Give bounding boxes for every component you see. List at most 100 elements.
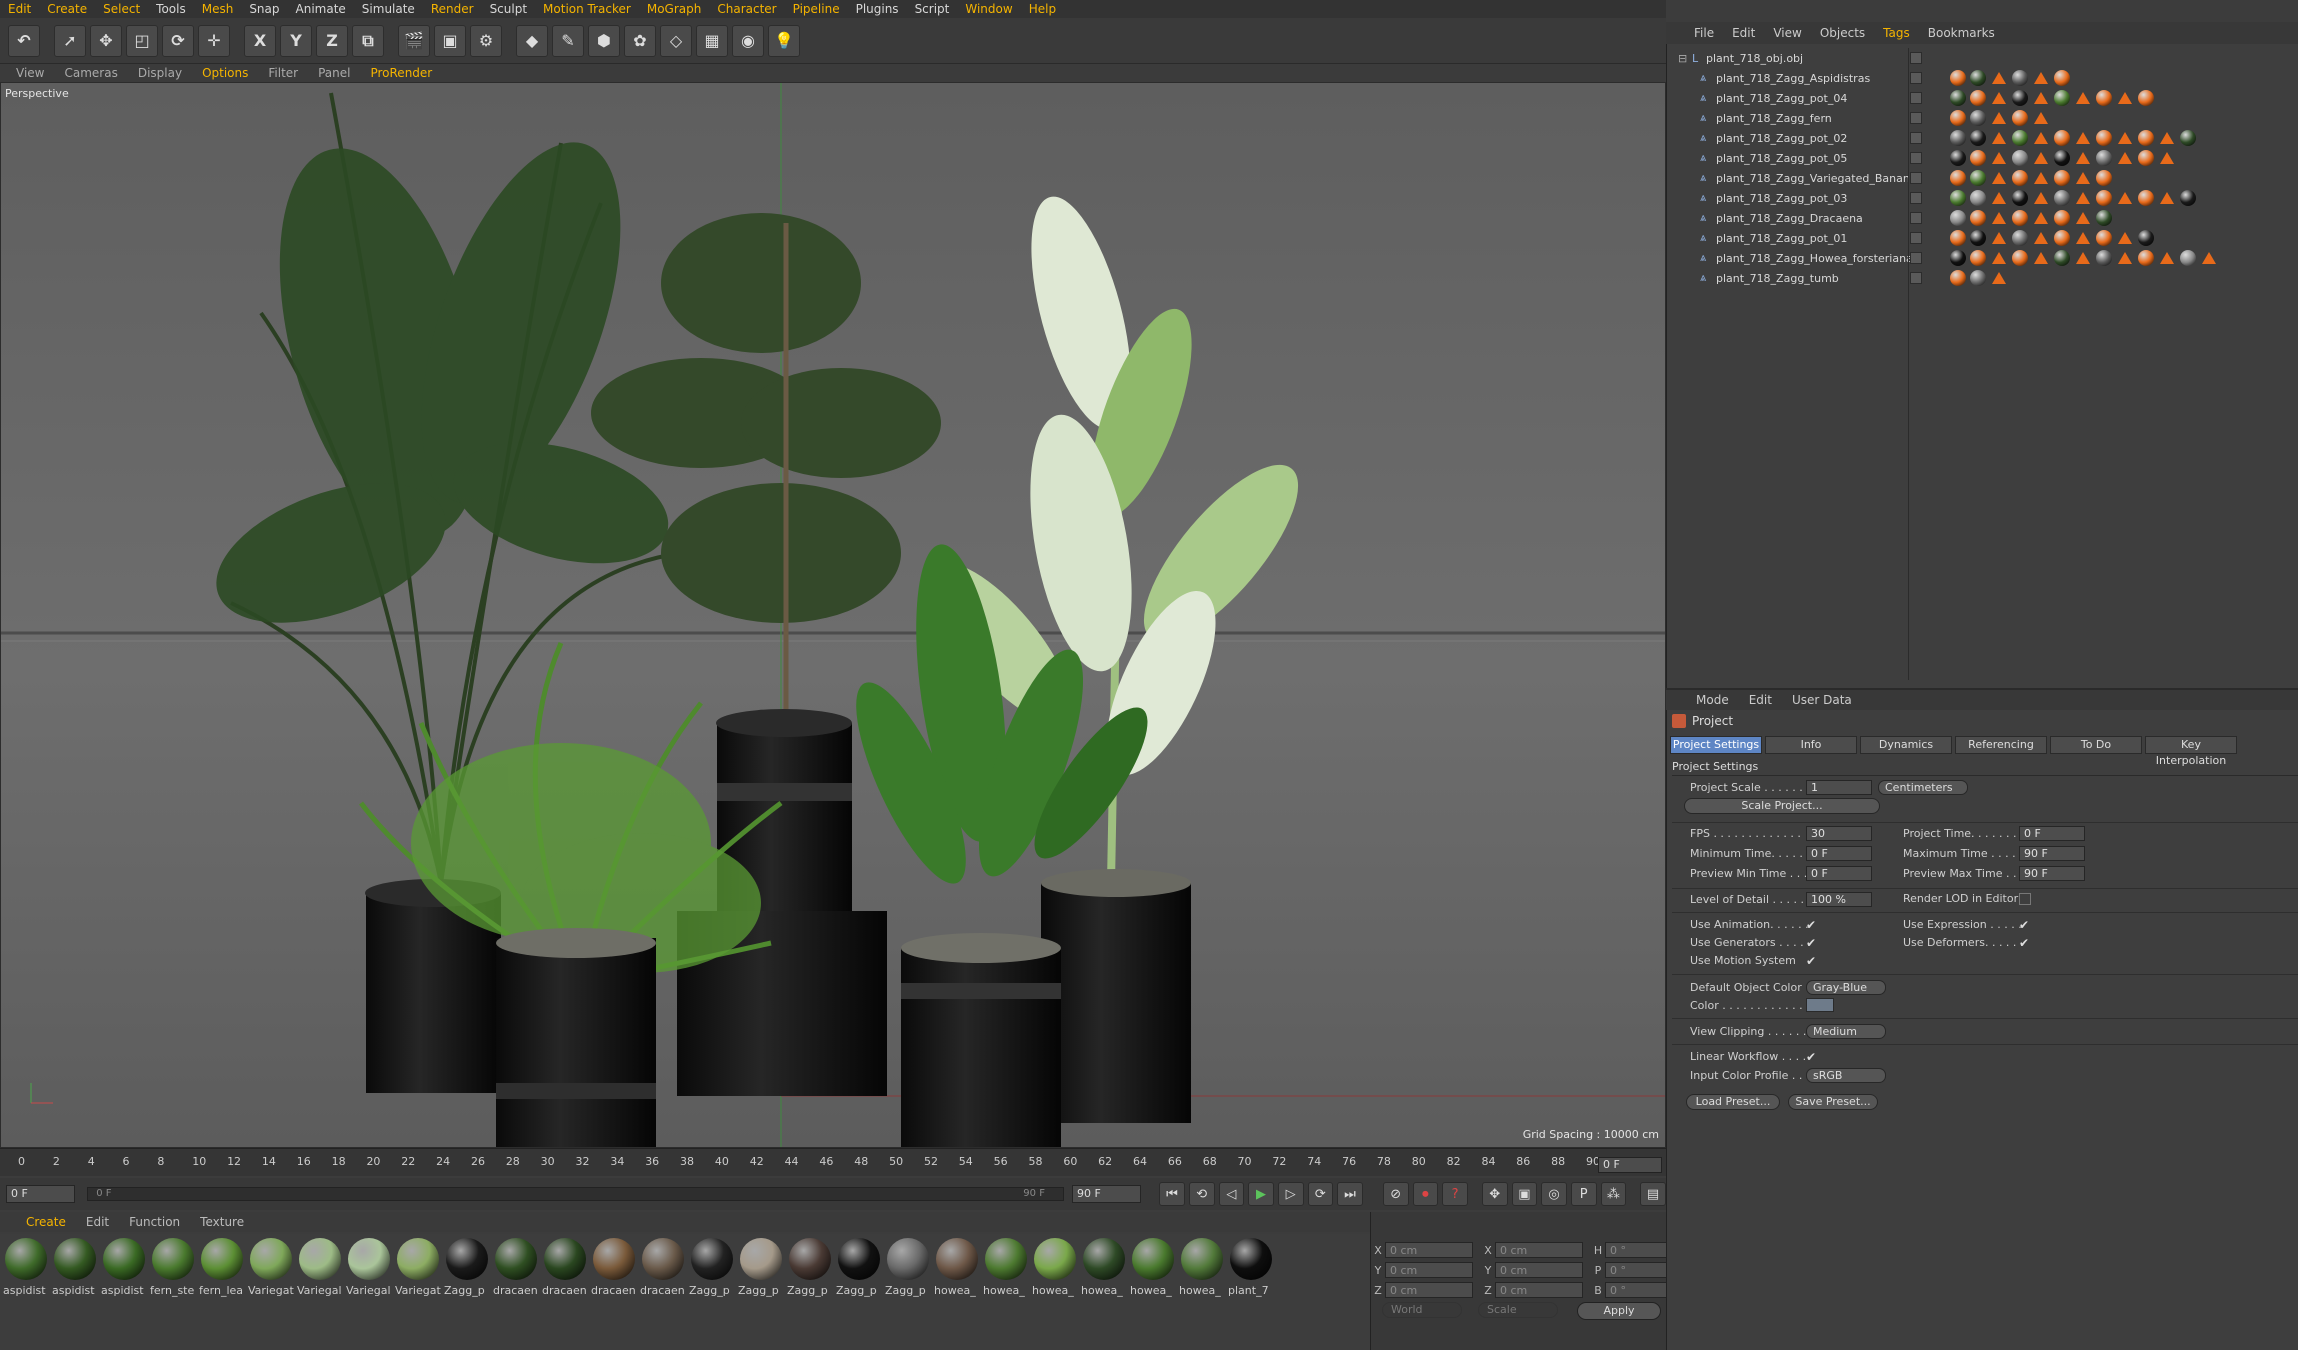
material-tag-icon[interactable] — [2054, 190, 2070, 206]
object-menu-item[interactable]: Tags — [1883, 26, 1910, 40]
visibility-toggle[interactable] — [1910, 272, 1922, 284]
attribute-tab[interactable]: Project Settings — [1670, 736, 1762, 754]
material-tag-icon[interactable] — [2096, 170, 2112, 186]
play-icon[interactable]: ▶ — [1248, 1182, 1274, 1206]
phong-tag-icon[interactable] — [2076, 92, 2090, 104]
load-preset-button[interactable]: Load Preset... — [1686, 1094, 1780, 1110]
material-tag-icon[interactable] — [2096, 90, 2112, 106]
material-item[interactable]: dracaen — [541, 1234, 589, 1350]
phong-tag-icon[interactable] — [2076, 212, 2090, 224]
pen-spline-icon[interactable]: ✎ — [552, 24, 584, 57]
key-pla-icon[interactable]: ⁂ — [1600, 1182, 1627, 1206]
object-root-row[interactable]: ⊟ L plant_718_obj.obj — [1666, 48, 2298, 68]
material-tag-icon[interactable] — [2138, 190, 2154, 206]
visibility-toggle[interactable] — [1910, 132, 1922, 144]
viewport-menu-item[interactable]: Cameras — [64, 66, 117, 80]
material-tag-icon[interactable] — [2012, 90, 2028, 106]
visibility-toggle[interactable] — [1910, 52, 1922, 64]
preview-max-field[interactable]: 90 F — [2019, 866, 2085, 881]
material-item[interactable]: dracaen — [590, 1234, 638, 1350]
collapse-icon[interactable]: ⊟ — [1678, 52, 1687, 65]
material-tag-icon[interactable] — [1970, 130, 1986, 146]
use-animation-checkbox[interactable]: ✔ — [1806, 919, 1818, 931]
menu-item[interactable]: Sculpt — [482, 2, 535, 16]
phong-tag-icon[interactable] — [2202, 252, 2216, 264]
phong-tag-icon[interactable] — [2118, 232, 2132, 244]
material-tag-icon[interactable] — [2012, 70, 2028, 86]
phong-tag-icon[interactable] — [2034, 212, 2048, 224]
move-tool-icon[interactable]: ✥ — [90, 24, 122, 57]
current-frame-field[interactable]: 0 F — [1598, 1157, 1662, 1173]
material-item[interactable]: howea_ — [1178, 1234, 1226, 1350]
material-item[interactable]: fern_ste — [149, 1234, 197, 1350]
object-row[interactable]: ⩓ plant_718_Zagg_pot_03 — [1666, 188, 2298, 208]
attribute-menu-item[interactable]: User Data — [1792, 693, 1852, 707]
go-to-end-icon[interactable]: ⏭ — [1337, 1182, 1363, 1206]
material-tag-icon[interactable] — [2012, 210, 2028, 226]
material-tag-icon[interactable] — [1970, 270, 1986, 286]
size-z-field[interactable]: 0 cm — [1495, 1282, 1583, 1298]
material-item[interactable]: aspidist — [100, 1234, 148, 1350]
object-menu-item[interactable]: Bookmarks — [1928, 26, 1995, 40]
material-item[interactable]: Variegat — [394, 1234, 442, 1350]
menu-item[interactable]: Edit — [0, 2, 39, 16]
material-tag-icon[interactable] — [2138, 150, 2154, 166]
menu-item[interactable]: Pipeline — [785, 2, 848, 16]
phong-tag-icon[interactable] — [2034, 152, 2048, 164]
phong-tag-icon[interactable] — [2034, 172, 2048, 184]
menu-item[interactable]: Help — [1021, 2, 1064, 16]
object-row[interactable]: ⩓ plant_718_Zagg_pot_04 — [1666, 88, 2298, 108]
material-item[interactable]: howea_ — [933, 1234, 981, 1350]
attribute-menu-item[interactable]: Edit — [1749, 693, 1772, 707]
object-menu-item[interactable]: Edit — [1732, 26, 1755, 40]
live-selection-icon[interactable]: ✛ — [198, 24, 230, 57]
phong-tag-icon[interactable] — [1992, 132, 2006, 144]
save-preset-button[interactable]: Save Preset... — [1788, 1094, 1878, 1110]
material-tag-icon[interactable] — [2054, 250, 2070, 266]
phong-tag-icon[interactable] — [2034, 192, 2048, 204]
material-item[interactable]: howea_ — [1129, 1234, 1177, 1350]
attribute-menu-item[interactable]: Mode — [1696, 693, 1729, 707]
menu-item[interactable]: Motion Tracker — [535, 2, 639, 16]
material-tag-icon[interactable] — [2096, 250, 2112, 266]
material-tag-icon[interactable] — [2012, 230, 2028, 246]
next-key-icon[interactable]: ⟳ — [1307, 1182, 1334, 1206]
material-item[interactable]: dracaen — [639, 1234, 687, 1350]
object-menu-item[interactable]: Objects — [1820, 26, 1865, 40]
camera-icon[interactable]: ◉ — [732, 24, 764, 57]
object-row[interactable]: ⩓ plant_718_Zagg_pot_05 — [1666, 148, 2298, 168]
material-item[interactable]: fern_lea — [198, 1234, 246, 1350]
go-to-start-icon[interactable]: ⏮ — [1159, 1182, 1185, 1206]
use-deformers-checkbox[interactable]: ✔ — [2019, 937, 2031, 949]
fps-field[interactable]: 30 — [1806, 826, 1872, 841]
menu-item[interactable]: Render — [423, 2, 482, 16]
phong-tag-icon[interactable] — [1992, 92, 2006, 104]
phong-tag-icon[interactable] — [2160, 192, 2174, 204]
material-item[interactable]: howea_ — [1031, 1234, 1079, 1350]
material-tag-icon[interactable] — [1950, 130, 1966, 146]
visibility-toggle[interactable] — [1910, 172, 1922, 184]
position-x-field[interactable]: 0 cm — [1385, 1242, 1473, 1258]
floor-icon[interactable]: ▦ — [696, 24, 728, 57]
menu-item[interactable]: Simulate — [354, 2, 423, 16]
material-tag-icon[interactable] — [2012, 170, 2028, 186]
attribute-tab[interactable]: Key Interpolation — [2145, 736, 2237, 767]
viewport-menu-item[interactable]: ProRender — [370, 66, 432, 80]
material-tag-icon[interactable] — [1970, 250, 1986, 266]
view-clipping-dropdown[interactable]: Medium — [1806, 1024, 1886, 1039]
material-item[interactable]: Variegal — [296, 1234, 344, 1350]
viewport-menu-item[interactable]: Display — [138, 66, 182, 80]
size-y-field[interactable]: 0 cm — [1495, 1262, 1583, 1278]
phong-tag-icon[interactable] — [2034, 92, 2048, 104]
use-generators-checkbox[interactable]: ✔ — [1806, 937, 1818, 949]
attribute-tab[interactable]: Dynamics — [1860, 736, 1952, 754]
material-item[interactable]: Zagg_p — [786, 1234, 834, 1350]
material-tag-icon[interactable] — [1950, 190, 1966, 206]
attribute-tab[interactable]: To Do — [2050, 736, 2142, 754]
visibility-toggle[interactable] — [1910, 192, 1922, 204]
autokey-icon[interactable]: ? — [1442, 1182, 1468, 1206]
material-tag-icon[interactable] — [2054, 70, 2070, 86]
phong-tag-icon[interactable] — [1992, 192, 2006, 204]
phong-tag-icon[interactable] — [1992, 232, 2006, 244]
material-tag-icon[interactable] — [2054, 230, 2070, 246]
